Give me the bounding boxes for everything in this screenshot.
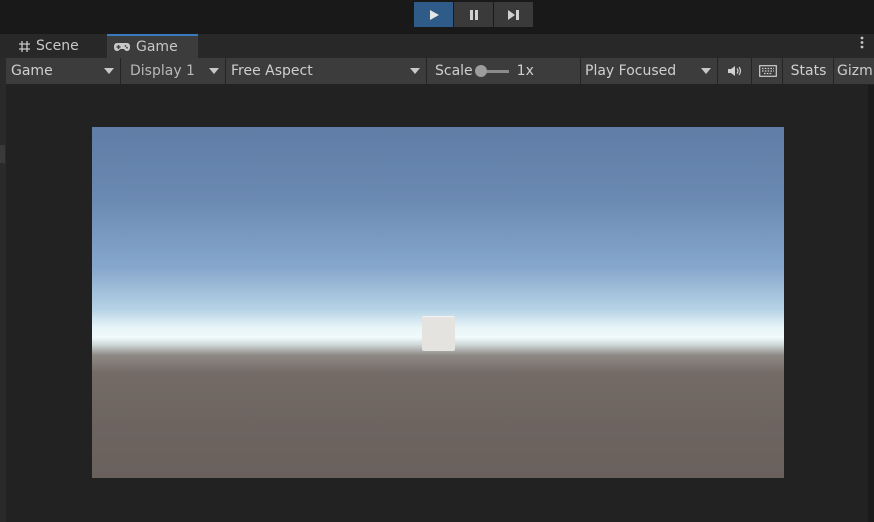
gizmos-label: Gizm [837,63,873,79]
right-panel-edge [868,85,874,522]
chevron-down-icon [701,68,711,74]
scale-control: Scale 1x [428,58,581,84]
tab-scene[interactable]: Scene [10,34,106,58]
scale-slider[interactable] [474,64,509,77]
tab-scene-label: Scene [36,38,79,54]
left-panel-handle [0,145,5,163]
window-menu-button[interactable] [860,36,864,53]
play-mode-dropdown-label: Play Focused [585,63,677,79]
play-controls [414,2,533,27]
pause-icon [469,9,478,20]
tab-game[interactable]: Game [107,34,198,58]
play-icon [429,9,439,20]
display-dropdown-label: Display 1 [130,63,195,79]
tab-game-label: Game [136,39,178,55]
aspect-dropdown[interactable]: Free Aspect [227,58,427,84]
game-view-dropdown[interactable]: Game [6,58,121,84]
scale-value: 1x [516,63,534,79]
game-view-dropdown-label: Game [11,63,53,79]
gamepad-icon [114,43,130,51]
speaker-icon [728,66,742,76]
chevron-down-icon [104,68,114,74]
scale-slider-handle[interactable] [474,64,487,77]
keyboard-icon [758,65,777,77]
top-toolbar [0,0,874,34]
play-mode-dropdown[interactable]: Play Focused [582,58,718,84]
display-dropdown[interactable]: Display 1 [122,58,226,84]
stats-button[interactable]: Stats [784,58,834,84]
game-view-toolbar: Game Display 1 Free Aspect Scale 1x Play… [6,58,874,85]
game-viewport[interactable] [92,127,784,478]
aspect-dropdown-label: Free Aspect [231,63,313,79]
stats-label: Stats [790,63,827,79]
cube-object [422,317,455,351]
play-button[interactable] [414,2,453,27]
step-button[interactable] [494,2,533,27]
pause-button[interactable] [454,2,493,27]
window-tab-bar: Scene Game [0,34,874,58]
mute-audio-button[interactable] [719,58,752,84]
gizmos-button[interactable]: Gizm [835,58,874,84]
kebab-icon [860,36,864,49]
scale-label: Scale [435,63,473,79]
chevron-down-icon [209,68,219,74]
chevron-down-icon [410,68,420,74]
step-icon [508,9,519,20]
keyboard-shortcuts-button[interactable] [753,58,783,84]
grid-hash-icon [19,40,30,52]
